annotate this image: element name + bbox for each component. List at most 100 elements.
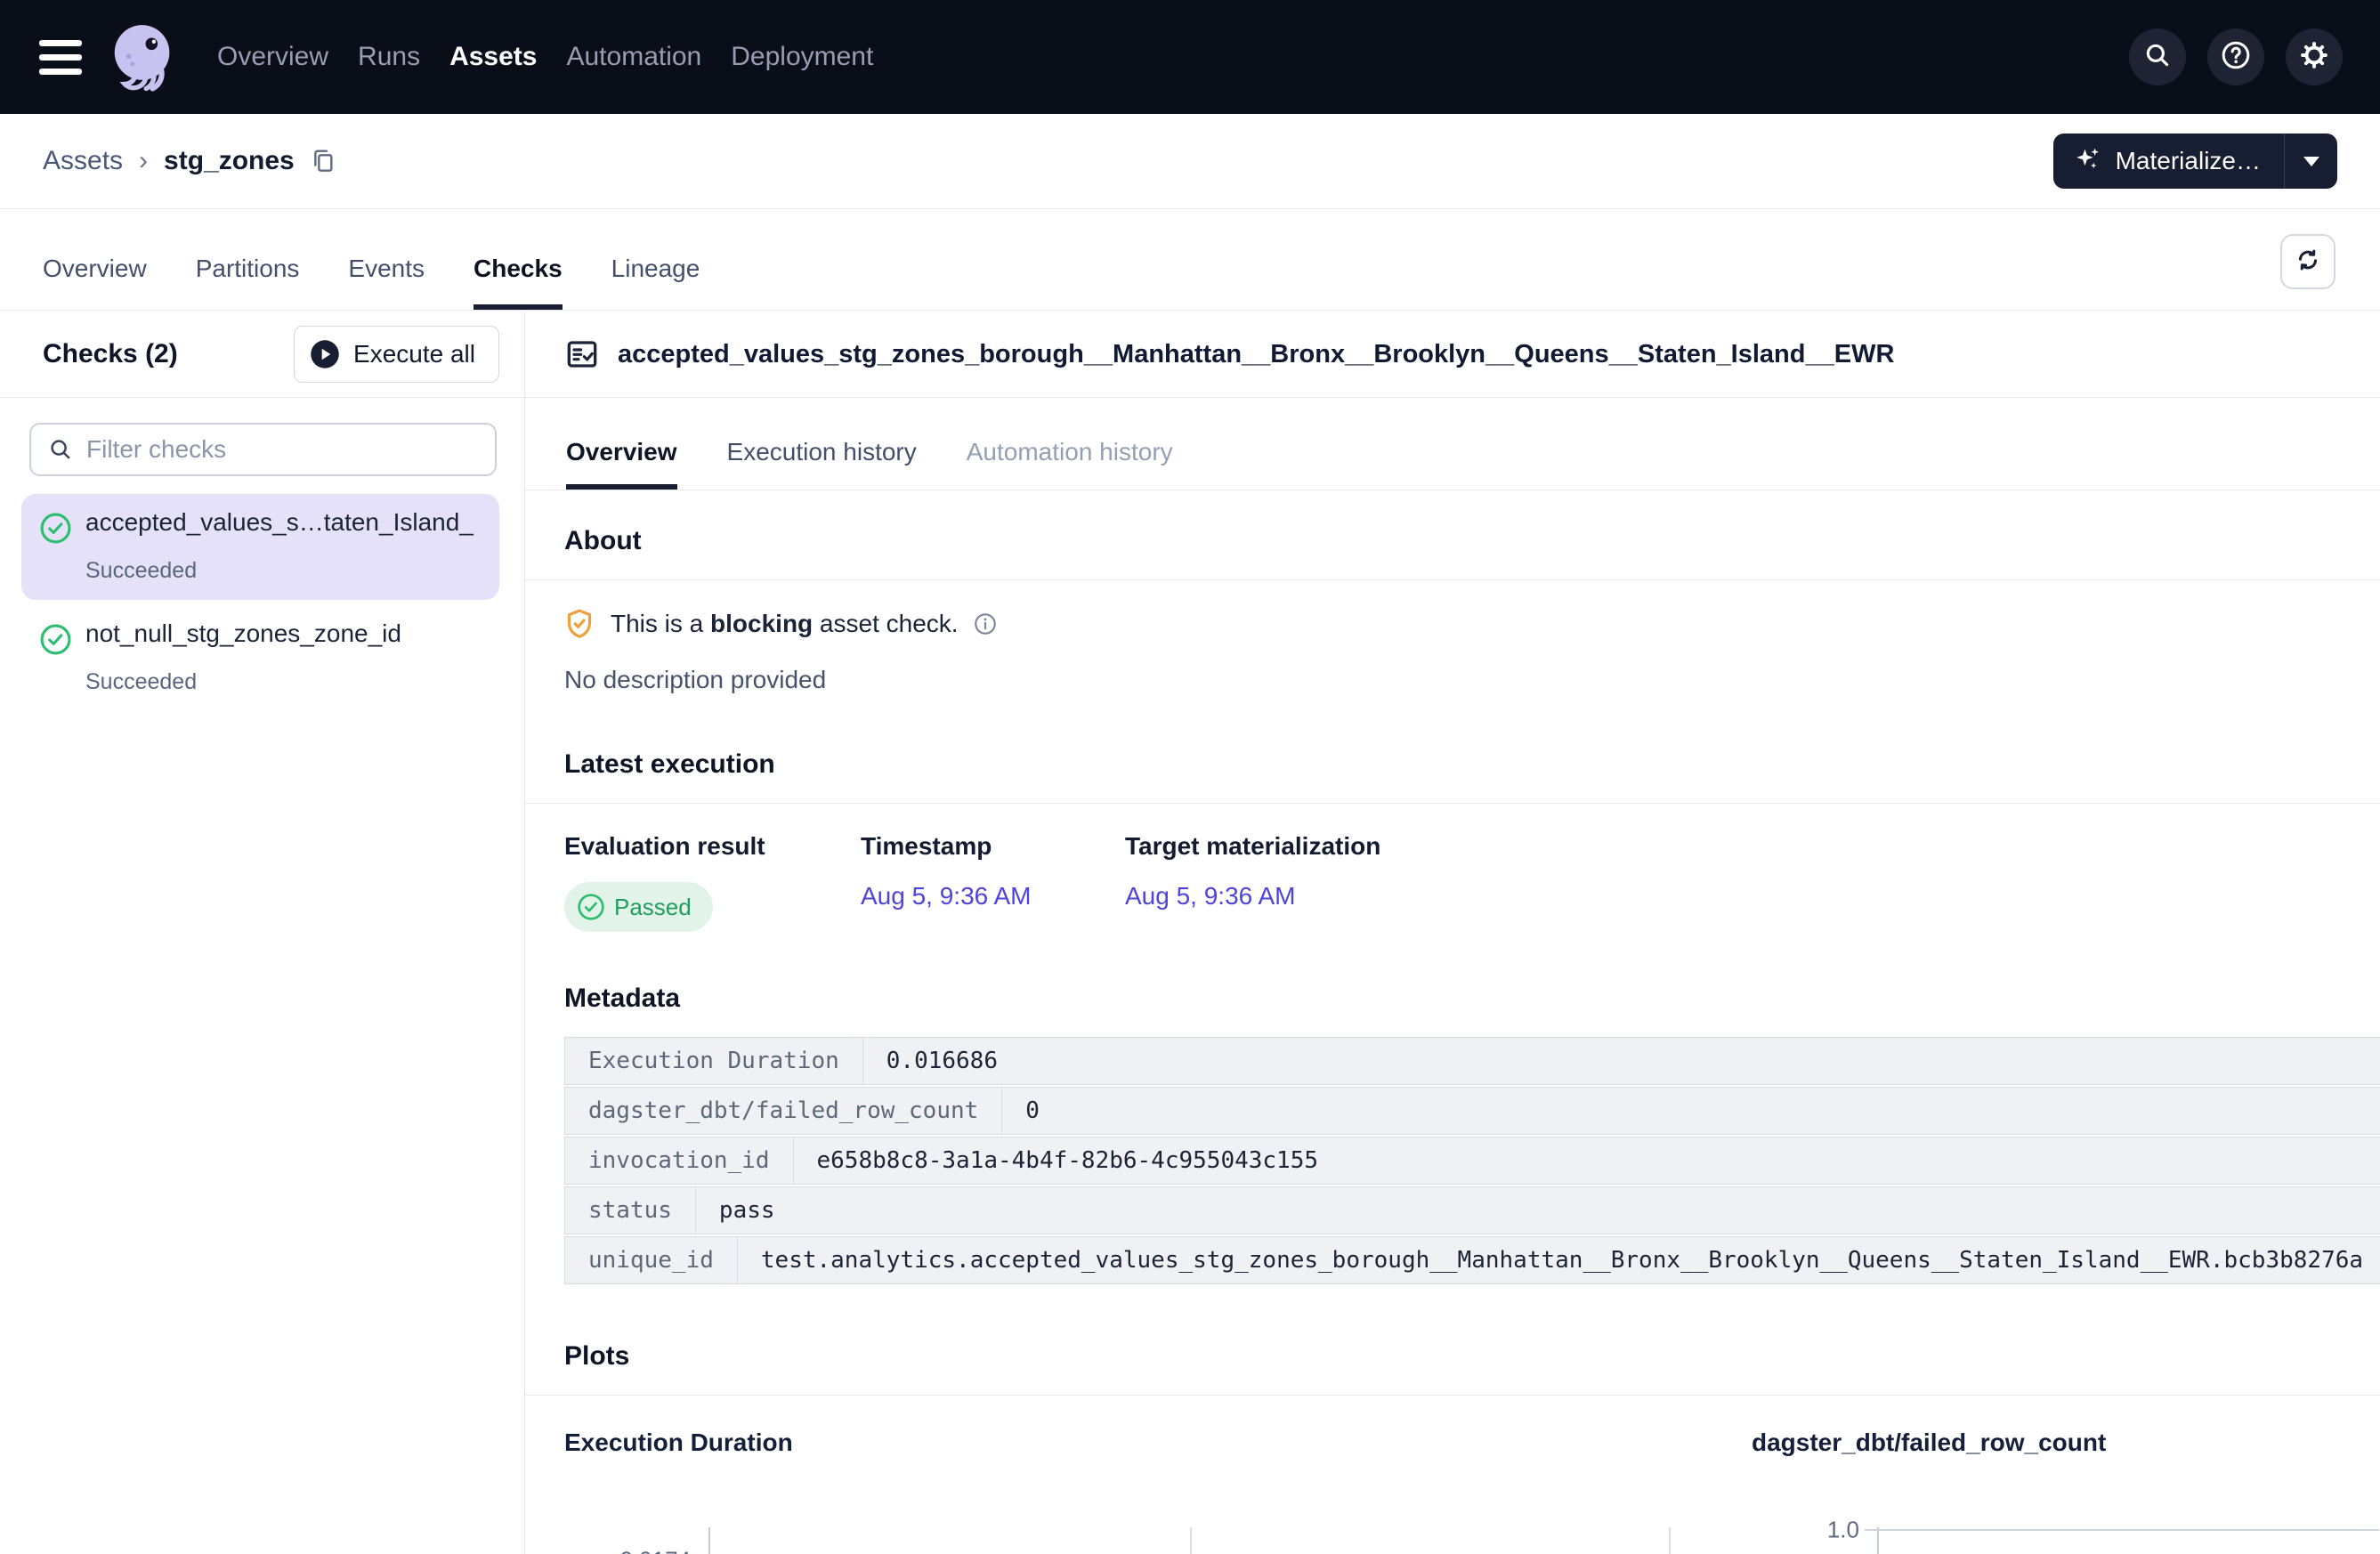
- chevron-down-icon: [2303, 157, 2319, 166]
- section-divider: [525, 803, 2380, 804]
- refresh-button[interactable]: [2280, 234, 2335, 289]
- tab-events[interactable]: Events: [348, 255, 425, 310]
- status-badge-passed: Passed: [564, 882, 713, 932]
- passed-label: Passed: [614, 894, 692, 921]
- help-icon: [2220, 39, 2252, 76]
- top-navbar: Overview Runs Assets Automation Deployme…: [0, 0, 2380, 114]
- check-name: not_null_stg_zones_zone_id: [85, 619, 483, 648]
- fact-check-icon: [564, 336, 600, 372]
- materialize-dropdown-button[interactable]: [2284, 134, 2337, 189]
- chart-title: Execution Duration: [564, 1428, 1671, 1458]
- gridline: [1190, 1527, 1192, 1554]
- check-detail-tabs: Overview Execution history Automation hi…: [525, 398, 2380, 490]
- check-list: accepted_values_s…taten_Island_ Succeede…: [0, 494, 524, 711]
- execute-all-button[interactable]: Execute all: [294, 326, 499, 383]
- plots-heading: Plots: [564, 1341, 2380, 1372]
- plot-box: [708, 1527, 1671, 1554]
- tab-check-overview[interactable]: Overview: [566, 438, 677, 490]
- chart-failed-row-count: dagster_dbt/failed_row_count 1.0 0.6: [1752, 1428, 2379, 1554]
- plots-charts: Execution Duration 0.0174 dagster_dbt/fa…: [525, 1428, 2380, 1554]
- about-heading: About: [564, 526, 2380, 556]
- materialize-split-button: Materialize…: [2053, 134, 2337, 189]
- section-divider: [525, 1395, 2380, 1396]
- asset-tabs: Overview Partitions Events Checks Lineag…: [43, 255, 700, 310]
- column-target-materialization: Target materialization: [1125, 832, 2380, 861]
- chart-title: dagster_dbt/failed_row_count: [1752, 1428, 2379, 1458]
- tab-partitions[interactable]: Partitions: [196, 255, 300, 310]
- check-status: Succeeded: [85, 558, 483, 584]
- filter-checks-box: [29, 423, 497, 476]
- play-circle-icon: [309, 338, 341, 370]
- metadata-heading: Metadata: [564, 983, 2380, 1014]
- execute-all-label: Execute all: [353, 340, 475, 368]
- metadata-key: dagster_dbt/failed_row_count: [565, 1088, 1002, 1134]
- asset-tabs-row: Overview Partitions Events Checks Lineag…: [0, 210, 2380, 311]
- tab-checks[interactable]: Checks: [474, 255, 563, 310]
- search-icon: [2142, 40, 2173, 75]
- nav-overview[interactable]: Overview: [217, 42, 328, 72]
- tab-automation-history[interactable]: Automation history: [967, 438, 1173, 490]
- timestamp-link[interactable]: Aug 5, 9:36 AM: [861, 882, 1125, 932]
- target-materialization-link[interactable]: Aug 5, 9:36 AM: [1125, 882, 2380, 932]
- breadcrumb-assets-link[interactable]: Assets: [43, 146, 123, 176]
- menu-icon[interactable]: [39, 40, 82, 75]
- info-icon[interactable]: [973, 611, 998, 636]
- search-icon: [47, 436, 74, 463]
- section-divider: [525, 579, 2380, 580]
- tab-execution-history[interactable]: Execution history: [727, 438, 917, 490]
- table-row: dagster_dbt/failed_row_count 0: [564, 1087, 2380, 1135]
- metadata-value: pass: [696, 1187, 798, 1234]
- tab-lineage[interactable]: Lineage: [611, 255, 700, 310]
- nav-runs[interactable]: Runs: [358, 42, 420, 72]
- metadata-value: test.analytics.accepted_values_stg_zones…: [738, 1237, 2380, 1283]
- topbar-actions: [2129, 28, 2343, 85]
- check-list-item-not-null[interactable]: not_null_stg_zones_zone_id Succeeded: [21, 605, 499, 711]
- help-button[interactable]: [2207, 28, 2264, 85]
- column-evaluation-result: Evaluation result: [564, 832, 861, 861]
- check-detail-panel: accepted_values_stg_zones_borough__Manha…: [525, 312, 2380, 1554]
- check-circle-icon: [39, 512, 85, 549]
- refresh-icon: [2294, 246, 2322, 279]
- nav-deployment[interactable]: Deployment: [731, 42, 873, 72]
- content-area: Checks (2) Execute all: [0, 312, 2380, 1554]
- gridline: [1865, 1529, 2379, 1531]
- check-circle-icon: [577, 893, 605, 921]
- sparkle-icon: [2073, 144, 2103, 179]
- check-name: accepted_values_s…taten_Island_: [85, 508, 483, 537]
- check-status: Succeeded: [85, 669, 483, 695]
- no-description-text: No description provided: [564, 666, 2380, 694]
- chart-plot-area: 1.0 0.6: [1752, 1527, 2379, 1554]
- dagster-logo-icon[interactable]: [105, 19, 182, 95]
- checks-count-title: Checks (2): [43, 339, 178, 369]
- primary-nav: Overview Runs Assets Automation Deployme…: [217, 42, 873, 72]
- metadata-key: Execution Duration: [565, 1038, 863, 1084]
- check-detail-title: accepted_values_stg_zones_borough__Manha…: [618, 340, 1894, 369]
- metadata-table: Execution Duration 0.016686 dagster_dbt/…: [564, 1037, 2380, 1284]
- materialize-button[interactable]: Materialize…: [2053, 134, 2284, 189]
- settings-button[interactable]: [2286, 28, 2343, 85]
- nav-assets[interactable]: Assets: [449, 42, 537, 72]
- checks-sidebar-header: Checks (2) Execute all: [0, 312, 524, 398]
- checks-sidebar: Checks (2) Execute all: [0, 312, 525, 1554]
- search-button[interactable]: [2129, 28, 2186, 85]
- tab-overview[interactable]: Overview: [43, 255, 147, 310]
- metadata-key: unique_id: [565, 1237, 738, 1283]
- chart-execution-duration: Execution Duration 0.0174: [564, 1428, 1671, 1554]
- table-row: unique_id test.analytics.accepted_values…: [564, 1236, 2380, 1284]
- dagster-app: Overview Runs Assets Automation Deployme…: [0, 0, 2380, 1554]
- table-row: Execution Duration 0.016686: [564, 1037, 2380, 1085]
- y-axis-tick: 1.0: [1827, 1517, 1859, 1544]
- filter-checks-input[interactable]: [86, 435, 479, 464]
- shield-check-icon: [563, 607, 596, 641]
- breadcrumb-row: Assets › stg_zones Materialize…: [0, 114, 2380, 209]
- copy-icon[interactable]: [309, 147, 337, 175]
- y-axis-tick: 0.0174: [619, 1547, 691, 1554]
- latest-execution-heading: Latest execution: [564, 749, 2380, 780]
- blocking-note: This is a blocking asset check.: [563, 607, 2380, 641]
- check-list-item-accepted-values[interactable]: accepted_values_s…taten_Island_ Succeede…: [21, 494, 499, 600]
- plot-box: [1877, 1527, 2379, 1554]
- metadata-value: 0.016686: [863, 1038, 1021, 1084]
- check-circle-icon: [39, 623, 85, 660]
- nav-automation[interactable]: Automation: [566, 42, 701, 72]
- materialize-label: Materialize…: [2116, 147, 2261, 175]
